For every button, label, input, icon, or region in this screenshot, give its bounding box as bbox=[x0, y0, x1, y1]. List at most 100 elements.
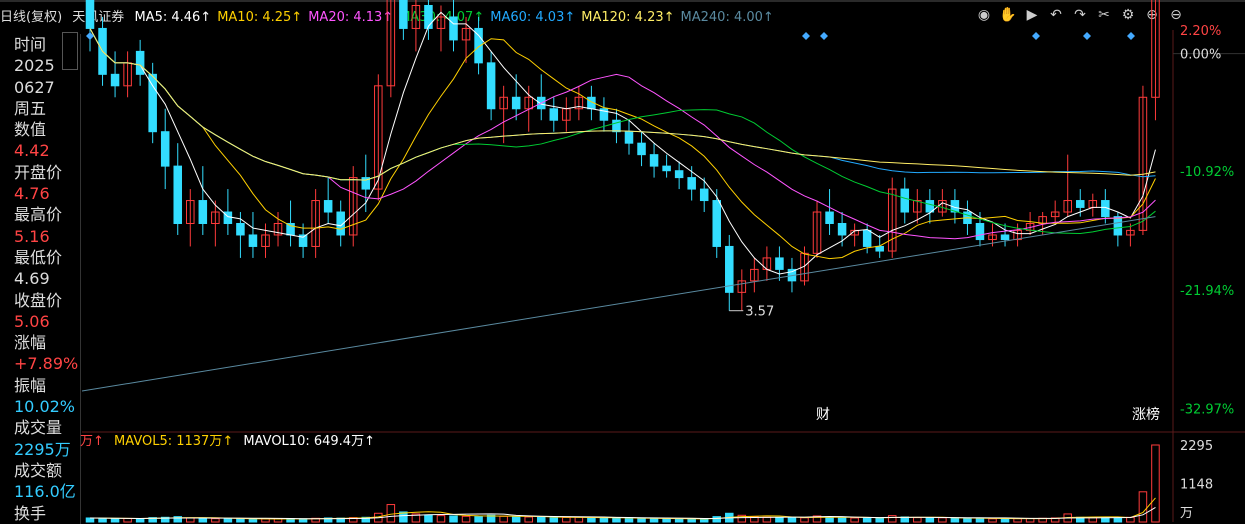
volume-bar bbox=[1101, 517, 1110, 523]
volume-bar bbox=[186, 517, 195, 523]
ma60-line bbox=[89, 28, 1156, 181]
volume-bar bbox=[223, 518, 233, 523]
volume-bar bbox=[562, 516, 571, 523]
volume-bar bbox=[135, 518, 145, 523]
volume-bar bbox=[198, 517, 208, 523]
candle-body bbox=[173, 165, 183, 224]
candle-body bbox=[975, 222, 985, 241]
volume-bar bbox=[963, 517, 972, 523]
mavol5-line bbox=[89, 497, 1156, 520]
volume-bar bbox=[248, 518, 258, 523]
candle-body bbox=[424, 4, 433, 29]
volume-bar bbox=[1113, 517, 1123, 523]
candle-body bbox=[110, 73, 120, 87]
candle-body bbox=[549, 108, 559, 121]
candle-body bbox=[775, 257, 784, 270]
mavol10-line bbox=[89, 507, 1156, 520]
ma120-line bbox=[89, 28, 1156, 181]
volume-bar bbox=[988, 518, 997, 523]
volume-bar bbox=[762, 516, 772, 523]
event-marker bbox=[1083, 32, 1091, 40]
candle-body bbox=[662, 165, 671, 172]
candle-body bbox=[674, 170, 684, 179]
volume-bar bbox=[574, 516, 584, 523]
volume-bar bbox=[837, 517, 847, 523]
candle-body bbox=[1000, 234, 1010, 241]
volume-bar bbox=[850, 517, 859, 523]
volume-bar bbox=[474, 516, 483, 523]
limit-up-badge: 涨榜 bbox=[1132, 406, 1160, 423]
volume-bar bbox=[511, 516, 521, 523]
volume-bar bbox=[887, 515, 897, 523]
volume-bar bbox=[536, 516, 546, 523]
candle-body bbox=[198, 200, 208, 224]
event-marker bbox=[1032, 32, 1040, 40]
volume-axis-label: 1148 bbox=[1180, 477, 1213, 492]
candle-body bbox=[160, 131, 170, 167]
price-axis-label: -10.92% bbox=[1180, 165, 1234, 180]
volume-bar bbox=[123, 517, 132, 523]
candle-body bbox=[85, 0, 95, 29]
volume-bar bbox=[775, 517, 784, 523]
volume-bar bbox=[699, 518, 709, 523]
candle-body bbox=[900, 188, 910, 213]
price-axis-label: -21.94% bbox=[1180, 284, 1234, 299]
volume-bar bbox=[612, 517, 621, 523]
candle-body bbox=[712, 200, 722, 247]
volume-bar bbox=[674, 518, 684, 523]
volume-bar bbox=[587, 517, 596, 523]
mavol10-label: MAVOL10: 649.4万↑ bbox=[243, 434, 375, 449]
candle-body bbox=[399, 0, 408, 29]
candle-body bbox=[135, 50, 145, 75]
candle-body bbox=[449, 16, 458, 41]
volume-bar bbox=[975, 518, 985, 523]
volume-bar bbox=[800, 517, 809, 523]
price-axis-label: -32.97% bbox=[1180, 403, 1234, 418]
volume-bar bbox=[637, 517, 646, 523]
candle-body bbox=[236, 222, 245, 236]
volume-header: 万↑ MAVOL5: 1137万↑ MAVOL10: 649.4万↑ bbox=[80, 430, 375, 449]
candle-body bbox=[148, 73, 157, 133]
candle-body bbox=[1113, 216, 1123, 236]
volume-axis-label: 万 bbox=[1180, 506, 1193, 521]
volume-bar bbox=[649, 518, 659, 523]
volume-bar bbox=[925, 517, 935, 523]
finance-badge: 财 bbox=[816, 407, 830, 423]
candle-body bbox=[699, 188, 709, 202]
volume-bar bbox=[386, 504, 396, 523]
volume-bar bbox=[110, 518, 120, 523]
volume-bar bbox=[787, 517, 797, 523]
candle-body bbox=[486, 62, 496, 110]
candle-body bbox=[248, 234, 258, 247]
volume-bar bbox=[1151, 444, 1160, 523]
volume-bar bbox=[662, 518, 671, 523]
volume-bar bbox=[950, 517, 960, 523]
ma20-line bbox=[89, 28, 1156, 240]
low-marker-label: 3.57 bbox=[745, 305, 774, 320]
volume-bar bbox=[449, 515, 458, 523]
volume-bar bbox=[862, 517, 872, 523]
price-axis-label: 2.20% bbox=[1180, 24, 1221, 39]
candle-body bbox=[837, 222, 847, 236]
volume-unit: 万↑ bbox=[80, 434, 104, 449]
candle-body bbox=[286, 222, 295, 236]
volume-bar bbox=[98, 517, 107, 523]
volume-bar bbox=[436, 515, 446, 523]
volume-bar bbox=[687, 518, 696, 523]
candle-body bbox=[637, 142, 646, 156]
event-marker bbox=[1127, 32, 1135, 40]
volume-bar bbox=[549, 517, 559, 523]
volume-bar bbox=[236, 518, 245, 523]
volume-bar bbox=[424, 514, 433, 523]
volume-bar bbox=[1000, 518, 1010, 523]
volume-bar bbox=[1138, 491, 1148, 523]
volume-bar bbox=[913, 517, 922, 523]
candle-body bbox=[323, 200, 333, 213]
candle-body bbox=[649, 154, 659, 167]
candle-body bbox=[1075, 200, 1085, 208]
price-axis-label: 0.00% bbox=[1180, 48, 1221, 63]
candle-body bbox=[511, 96, 521, 110]
volume-bar bbox=[624, 517, 634, 523]
ma240-line bbox=[81, 216, 1156, 392]
event-marker bbox=[802, 32, 810, 40]
